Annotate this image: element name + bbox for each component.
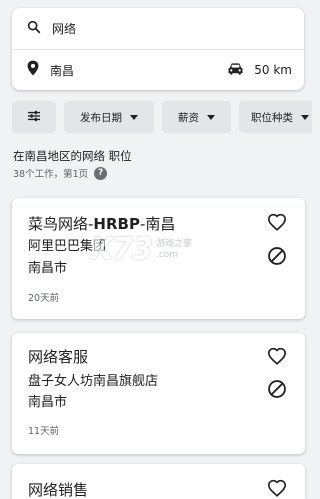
search-icon <box>26 19 42 39</box>
job-card[interactable]: 网络客服 盘子女人坊南昌旗舰店 南昌市 11天前 <box>12 333 305 454</box>
help-icon[interactable]: ? <box>94 166 108 180</box>
job-title-post: -南昌 <box>139 215 176 233</box>
filter-bar: 发布日期 薪资 职位种类 <box>12 101 312 133</box>
results-title: 在南昌地区的网络 职位 <box>13 149 132 163</box>
filter-job-type[interactable]: 职位种类 <box>239 101 312 133</box>
job-title-bold: HRBP <box>93 215 140 233</box>
caret-down-icon <box>130 111 138 123</box>
heart-icon[interactable] <box>266 477 288 499</box>
filter-post-date-label: 发布日期 <box>80 111 122 124</box>
block-icon[interactable] <box>266 245 288 267</box>
heart-icon[interactable] <box>266 211 288 233</box>
location-pin-icon <box>26 60 40 80</box>
job-title[interactable]: 网络销售 <box>28 479 88 499</box>
job-company: 阿里巴巴集团 <box>28 239 107 254</box>
caret-down-icon <box>301 111 309 123</box>
heart-icon[interactable] <box>266 345 288 367</box>
job-company: 盘子女人坊南昌旗舰店 <box>28 374 159 389</box>
location-field[interactable]: 南昌 50 km <box>12 49 304 90</box>
job-title[interactable]: 网络客服 <box>28 346 88 367</box>
job-title-pre: 菜鸟网络- <box>28 215 94 233</box>
job-card[interactable]: 菜鸟网络-HRBP-南昌 阿里巴巴集团 南昌市 20天前 <box>12 198 305 319</box>
search-field[interactable]: 网络 <box>12 8 304 49</box>
job-card[interactable]: 网络销售 <box>12 464 305 499</box>
filter-salary-label: 薪资 <box>178 111 199 124</box>
job-age: 20天前 <box>28 293 60 304</box>
job-location: 南昌市 <box>28 261 68 276</box>
car-icon <box>227 62 244 79</box>
filter-job-type-label: 职位种类 <box>251 111 293 124</box>
search-card: 网络 南昌 50 km <box>12 8 304 90</box>
job-title[interactable]: 菜鸟网络-HRBP-南昌 <box>28 213 175 234</box>
distance-selector[interactable]: 50 km <box>227 62 292 79</box>
search-query-text[interactable]: 网络 <box>52 20 76 37</box>
filter-post-date[interactable]: 发布日期 <box>64 101 154 133</box>
distance-text: 50 km <box>254 63 292 77</box>
block-icon[interactable] <box>266 378 288 400</box>
job-location: 南昌市 <box>28 395 68 410</box>
job-age: 11天前 <box>28 426 60 437</box>
results-count-text: 38个工作，第1页 <box>13 169 89 180</box>
results-count: 38个工作，第1页 ? <box>13 166 108 180</box>
caret-down-icon <box>207 111 215 123</box>
filter-salary[interactable]: 薪资 <box>162 101 231 133</box>
filter-settings-button[interactable] <box>12 101 56 133</box>
sliders-icon <box>27 110 41 125</box>
location-text[interactable]: 南昌 <box>50 62 74 79</box>
